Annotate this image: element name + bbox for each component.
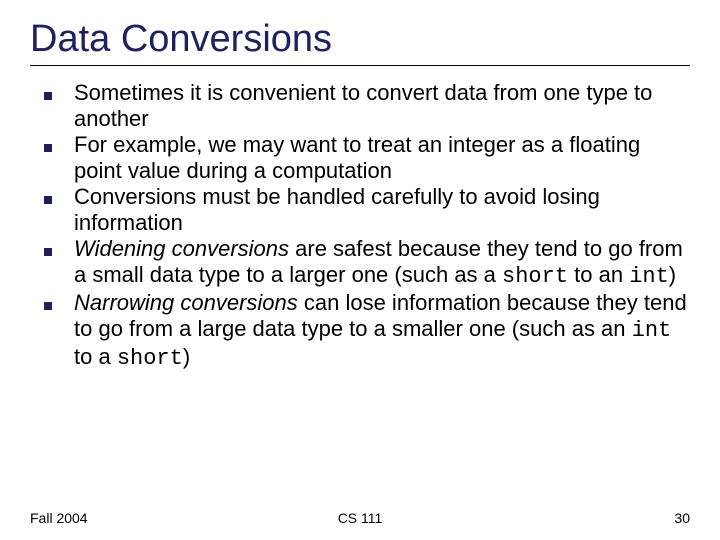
- bullet-list: Sometimes it is convenient to convert da…: [30, 80, 690, 371]
- square-bullet-icon: [44, 144, 52, 152]
- footer-center: CS 111: [338, 510, 383, 526]
- emphasis-text: Widening conversions: [74, 236, 289, 261]
- text-run: Conversions must be handled carefully to…: [74, 184, 600, 235]
- footer-left: Fall 2004: [30, 510, 88, 526]
- slide: Data Conversions Sometimes it is conveni…: [0, 0, 720, 540]
- list-item: Widening conversions are safest because …: [30, 236, 690, 290]
- list-item-text: Widening conversions are safest because …: [74, 236, 690, 290]
- list-item: For example, we may want to treat an int…: [30, 132, 690, 184]
- code-text: int: [629, 264, 669, 289]
- square-bullet-icon: [44, 92, 52, 100]
- list-item: Conversions must be handled carefully to…: [30, 184, 690, 236]
- code-text: int: [632, 318, 672, 343]
- text-run: to a: [74, 344, 117, 369]
- square-bullet-icon: [44, 302, 52, 310]
- footer-right: 30: [674, 510, 690, 526]
- list-item: Sometimes it is convenient to convert da…: [30, 80, 690, 132]
- code-text: short: [117, 346, 183, 371]
- square-bullet-icon: [44, 248, 52, 256]
- footer: Fall 2004 CS 111 30: [30, 510, 690, 526]
- text-run: ): [669, 262, 676, 287]
- square-bullet-icon: [44, 196, 52, 204]
- list-item-text: Conversions must be handled carefully to…: [74, 184, 690, 236]
- list-item-text: For example, we may want to treat an int…: [74, 132, 690, 184]
- slide-title: Data Conversions: [30, 18, 690, 61]
- text-run: For example, we may want to treat an int…: [74, 132, 640, 183]
- list-item: Narrowing conversions can lose informati…: [30, 290, 690, 372]
- text-run: to an: [568, 262, 629, 287]
- text-run: Sometimes it is convenient to convert da…: [74, 80, 652, 131]
- emphasis-text: Narrowing conversions: [74, 290, 298, 315]
- title-rule: [30, 65, 690, 66]
- list-item-text: Sometimes it is convenient to convert da…: [74, 80, 690, 132]
- code-text: short: [502, 264, 568, 289]
- list-item-text: Narrowing conversions can lose informati…: [74, 290, 690, 372]
- text-run: ): [183, 344, 190, 369]
